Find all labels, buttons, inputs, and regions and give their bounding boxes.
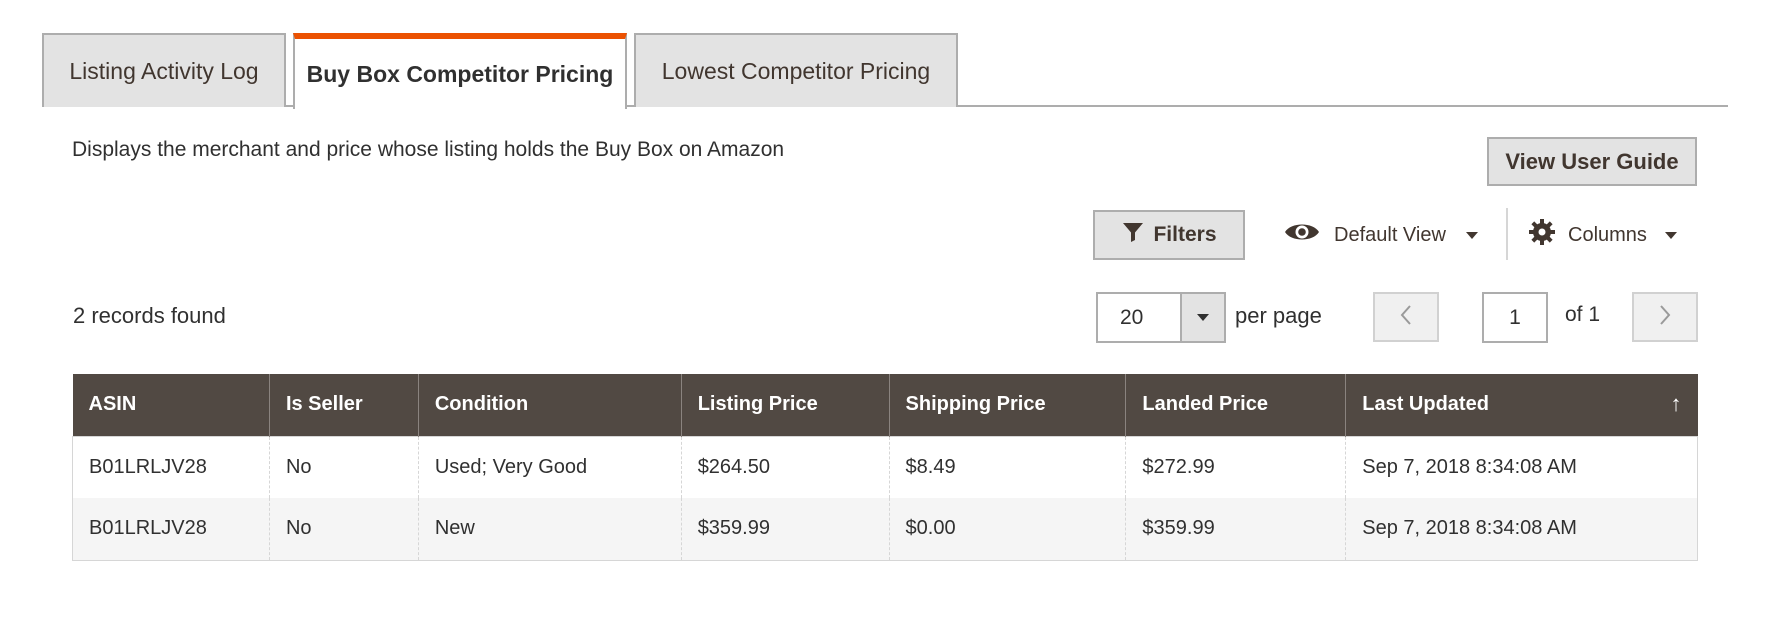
current-page-input[interactable]: 1 bbox=[1482, 292, 1548, 343]
per-page-value: 20 bbox=[1120, 305, 1144, 329]
caret-down-icon bbox=[1197, 314, 1209, 321]
table-row[interactable]: B01LRLJV28 No New $359.99 $0.00 $359.99 … bbox=[72, 498, 1698, 561]
cell-last-updated: Sep 7, 2018 8:34:08 AM bbox=[1345, 498, 1698, 561]
column-header-condition[interactable]: Condition bbox=[417, 374, 682, 436]
columns-dropdown[interactable]: Columns bbox=[1528, 210, 1677, 260]
table-row[interactable]: B01LRLJV28 No Used; Very Good $264.50 $8… bbox=[72, 436, 1698, 498]
view-user-guide-button[interactable]: View User Guide bbox=[1487, 137, 1697, 186]
cell-is-seller: No bbox=[268, 436, 419, 498]
cell-landed-price: $359.99 bbox=[1125, 498, 1346, 561]
cell-condition: New bbox=[417, 498, 682, 561]
next-page-button[interactable] bbox=[1632, 292, 1698, 342]
column-header-shipping-price[interactable]: Shipping Price bbox=[888, 374, 1126, 436]
default-view-dropdown[interactable]: Default View bbox=[1284, 210, 1478, 260]
column-header-asin[interactable]: ASIN bbox=[72, 374, 270, 436]
column-header-last-updated-label: Last Updated bbox=[1362, 393, 1489, 416]
pricing-table: ASIN Is Seller Condition Listing Price S… bbox=[72, 374, 1698, 561]
table-header-row: ASIN Is Seller Condition Listing Price S… bbox=[72, 374, 1698, 436]
toolbar-divider bbox=[1506, 208, 1508, 260]
column-header-is-seller[interactable]: Is Seller bbox=[268, 374, 419, 436]
chevron-down-icon bbox=[1664, 231, 1677, 239]
cell-asin: B01LRLJV28 bbox=[72, 436, 270, 498]
gear-icon bbox=[1528, 218, 1556, 252]
column-header-last-updated[interactable]: Last Updated ↑ bbox=[1345, 374, 1698, 436]
eye-icon bbox=[1284, 220, 1320, 250]
chevron-down-icon bbox=[1465, 231, 1478, 239]
column-header-listing-price[interactable]: Listing Price bbox=[680, 374, 890, 436]
default-view-label: Default View bbox=[1334, 223, 1446, 246]
cell-condition: Used; Very Good bbox=[417, 436, 682, 498]
cell-is-seller: No bbox=[268, 498, 419, 561]
records-found: 2 records found bbox=[73, 303, 226, 328]
cell-shipping-price: $0.00 bbox=[888, 498, 1126, 561]
cell-landed-price: $272.99 bbox=[1125, 436, 1346, 498]
tab-listing-activity-log[interactable]: Listing Activity Log bbox=[42, 33, 286, 107]
previous-page-button[interactable] bbox=[1373, 292, 1439, 342]
chevron-right-icon bbox=[1657, 304, 1673, 331]
cell-listing-price: $359.99 bbox=[680, 498, 890, 561]
tab-lowest-competitor-pricing[interactable]: Lowest Competitor Pricing bbox=[634, 33, 958, 107]
cell-shipping-price: $8.49 bbox=[888, 436, 1126, 498]
filters-button[interactable]: Filters bbox=[1093, 210, 1245, 260]
tab-bar: Listing Activity Log Buy Box Competitor … bbox=[42, 33, 1728, 109]
page-description: Displays the merchant and price whose li… bbox=[72, 138, 785, 161]
cell-last-updated: Sep 7, 2018 8:34:08 AM bbox=[1345, 436, 1698, 498]
total-pages-label: of 1 bbox=[1565, 303, 1601, 326]
cell-asin: B01LRLJV28 bbox=[72, 498, 270, 561]
tab-buy-box-competitor-pricing[interactable]: Buy Box Competitor Pricing bbox=[293, 33, 627, 109]
funnel-icon bbox=[1121, 220, 1145, 250]
per-page-label: per page bbox=[1235, 303, 1322, 328]
per-page-select[interactable]: 20 bbox=[1096, 292, 1226, 343]
sort-ascending-icon: ↑ bbox=[1670, 391, 1682, 416]
cell-listing-price: $264.50 bbox=[680, 436, 890, 498]
column-header-landed-price[interactable]: Landed Price bbox=[1125, 374, 1346, 436]
per-page-toggle[interactable] bbox=[1180, 294, 1224, 341]
filters-label: Filters bbox=[1153, 223, 1217, 246]
columns-label: Columns bbox=[1568, 223, 1647, 246]
chevron-left-icon bbox=[1398, 304, 1414, 331]
